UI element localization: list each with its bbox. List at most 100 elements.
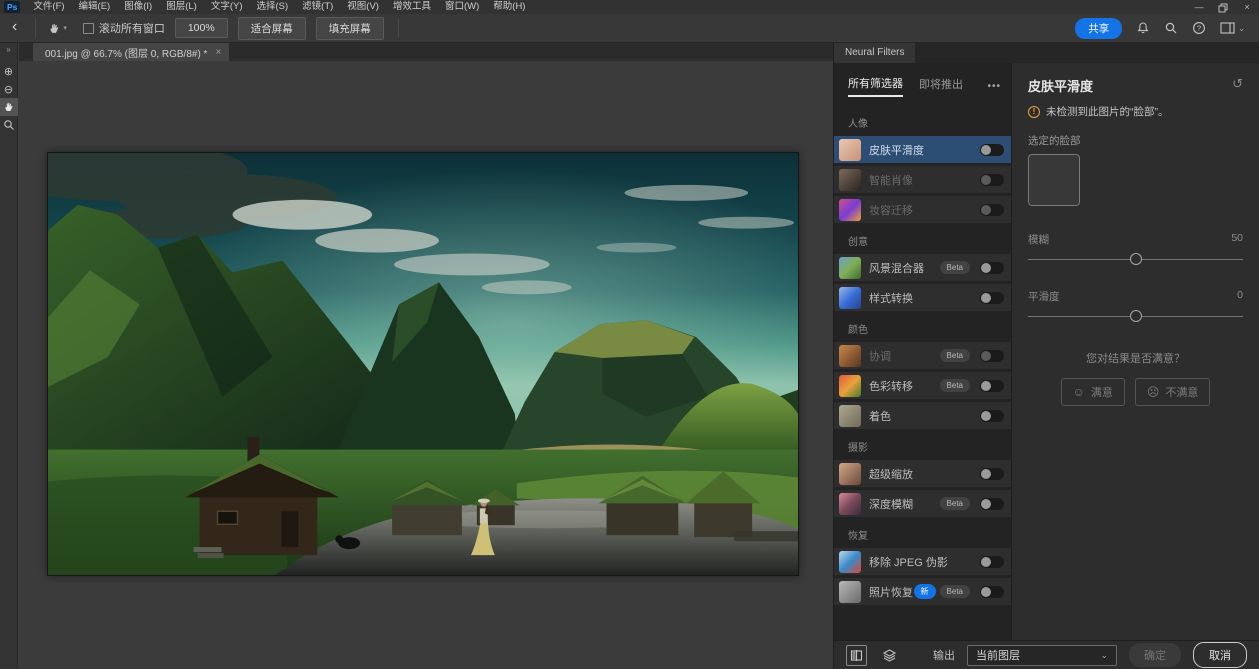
slider-track[interactable] [1028, 310, 1243, 324]
feedback-section: 您对结果是否满意？ ☺ 满意 ☹ 不满意 [1028, 350, 1243, 406]
magnifier-icon [3, 119, 15, 131]
tab-all-filters[interactable]: 所有筛选器 [848, 75, 903, 97]
hand-tool[interactable] [0, 98, 18, 116]
layers-icon [882, 648, 897, 663]
filter-toggle[interactable] [980, 498, 1004, 510]
filter-toggle[interactable] [980, 586, 1004, 598]
slider-value: 0 [1237, 289, 1243, 304]
neural-filters-panel: Neural Filters 所有筛选器 即将推出 ••• 人像皮肤平滑度智能肖… [833, 43, 1259, 669]
filter-row[interactable]: 照片恢复新Beta [834, 578, 1011, 605]
ok-button[interactable]: 确定 [1129, 643, 1181, 667]
filter-row[interactable]: 智能肖像 [834, 166, 1011, 193]
filter-toggle[interactable] [980, 380, 1004, 392]
filter-thumbnail [839, 169, 861, 191]
zoom-out-tool[interactable]: ⊖ [0, 80, 18, 98]
frown-icon: ☹ [1147, 385, 1160, 399]
filter-row[interactable]: 超级缩放 [834, 460, 1011, 487]
filter-toggle[interactable] [980, 468, 1004, 480]
close-button[interactable]: × [1235, 0, 1259, 14]
filter-badges: Beta [940, 497, 1004, 510]
expand-panel-icon[interactable]: » [6, 43, 10, 62]
restore-button[interactable] [1211, 1, 1235, 13]
feedback-dislike-button[interactable]: ☹ 不满意 [1135, 378, 1211, 406]
menu-item-8[interactable]: 增效工具 [386, 0, 438, 14]
menu-item-5[interactable]: 选择(S) [249, 0, 295, 14]
reset-icon[interactable]: ↺ [1232, 76, 1243, 92]
preview-split-button[interactable] [846, 645, 867, 666]
menu-item-3[interactable]: 图层(L) [159, 0, 204, 14]
filter-badges [974, 292, 1004, 304]
more-options-icon[interactable]: ••• [987, 81, 1001, 92]
close-tab-icon[interactable]: × [215, 47, 221, 58]
filter-toggle[interactable] [980, 350, 1004, 362]
filter-badges [974, 410, 1004, 422]
filter-name: 深度模糊 [869, 496, 913, 512]
show-layers-button[interactable] [879, 645, 900, 666]
bell-icon[interactable] [1136, 21, 1150, 35]
menu-item-6[interactable]: 滤镜(T) [295, 0, 340, 14]
filter-toggle[interactable] [980, 144, 1004, 156]
fill-screen-button[interactable]: 填充屏幕 [316, 17, 384, 40]
hand-tool-preset[interactable]: ▾ [42, 22, 73, 35]
photoshop-window: Ps 文件(F)编辑(E)图像(I)图层(L)文字(Y)选择(S)滤镜(T)视图… [0, 0, 1259, 669]
cancel-button[interactable]: 取消 [1193, 642, 1247, 668]
chevron-down-icon: ▾ [63, 24, 67, 32]
menu-item-4[interactable]: 文字(Y) [204, 0, 250, 14]
filter-toggle[interactable] [980, 556, 1004, 568]
output-select[interactable]: 当前图层 ⌄ [967, 645, 1117, 666]
menu-item-0[interactable]: 文件(F) [26, 0, 71, 14]
filter-name: 样式转换 [869, 290, 913, 306]
filter-toggle[interactable] [980, 292, 1004, 304]
document-tab-title: 001.jpg @ 66.7% (图层 0, RGB/8#) * [45, 45, 207, 60]
filter-section-title: 创意 [848, 233, 1011, 248]
canvas-image[interactable] [47, 152, 799, 576]
slider-0: 模糊50 [1028, 232, 1243, 267]
filter-row[interactable]: 色彩转移Beta [834, 372, 1011, 399]
tool-strip: » ⊕ ⊖ [0, 43, 18, 669]
menu-item-9[interactable]: 窗口(W) [438, 0, 486, 14]
filter-row[interactable]: 移除 JPEG 伪影 [834, 548, 1011, 575]
filter-row[interactable]: 妆容迁移 [834, 196, 1011, 223]
filter-toggle[interactable] [980, 174, 1004, 186]
tab-coming-soon[interactable]: 即将推出 [919, 76, 963, 96]
slider-thumb[interactable] [1130, 253, 1142, 265]
filter-toggle[interactable] [980, 262, 1004, 274]
feedback-like-button[interactable]: ☺ 满意 [1061, 378, 1125, 406]
selected-face-thumbnail[interactable] [1028, 154, 1080, 206]
zoom-100-button[interactable]: 100% [175, 18, 228, 38]
menu-item-1[interactable]: 编辑(E) [72, 0, 118, 14]
workspace-switcher[interactable]: ⌄ [1220, 22, 1245, 34]
toggle-knob [981, 293, 991, 303]
filter-row[interactable]: 样式转换 [834, 284, 1011, 311]
filter-row[interactable]: 风景混合器Beta [834, 254, 1011, 281]
filter-row[interactable]: 着色 [834, 402, 1011, 429]
options-right-tools: 共享 ? ⌄ [1075, 18, 1259, 39]
back-icon[interactable]: ‹ [0, 18, 29, 38]
menu-item-7[interactable]: 视图(V) [340, 0, 386, 14]
zoom-in-tool[interactable]: ⊕ [0, 62, 18, 80]
help-icon[interactable]: ? [1192, 21, 1206, 35]
document-tab[interactable]: 001.jpg @ 66.7% (图层 0, RGB/8#) * × [33, 43, 229, 61]
slider-thumb[interactable] [1130, 310, 1142, 322]
scroll-all-windows-checkbox[interactable] [83, 23, 94, 34]
menu-item-2[interactable]: 图像(I) [117, 0, 159, 14]
chevron-down-icon: ⌄ [1100, 650, 1108, 661]
slider-track[interactable] [1028, 253, 1243, 267]
filter-thumbnail [839, 139, 861, 161]
filter-row[interactable]: 协调Beta [834, 342, 1011, 369]
filter-row[interactable]: 皮肤平滑度 [834, 136, 1011, 163]
share-button[interactable]: 共享 [1075, 18, 1122, 39]
search-icon[interactable] [1164, 21, 1178, 35]
toggle-knob [981, 381, 991, 391]
menu-item-10[interactable]: 帮助(H) [486, 0, 532, 14]
fit-screen-button[interactable]: 适合屏幕 [238, 17, 306, 40]
filter-toggle[interactable] [980, 204, 1004, 216]
filter-row[interactable]: 深度模糊 Beta [834, 490, 1011, 517]
filter-toggle[interactable] [980, 410, 1004, 422]
minimize-button[interactable]: — [1187, 0, 1211, 14]
canvas-pasteboard [19, 61, 833, 669]
warning-text: 未检测到此图片的“脸部”。 [1046, 104, 1169, 119]
zoom-tool[interactable] [0, 116, 18, 134]
neural-filters-tab[interactable]: Neural Filters [834, 43, 915, 63]
hand-icon [3, 101, 15, 113]
